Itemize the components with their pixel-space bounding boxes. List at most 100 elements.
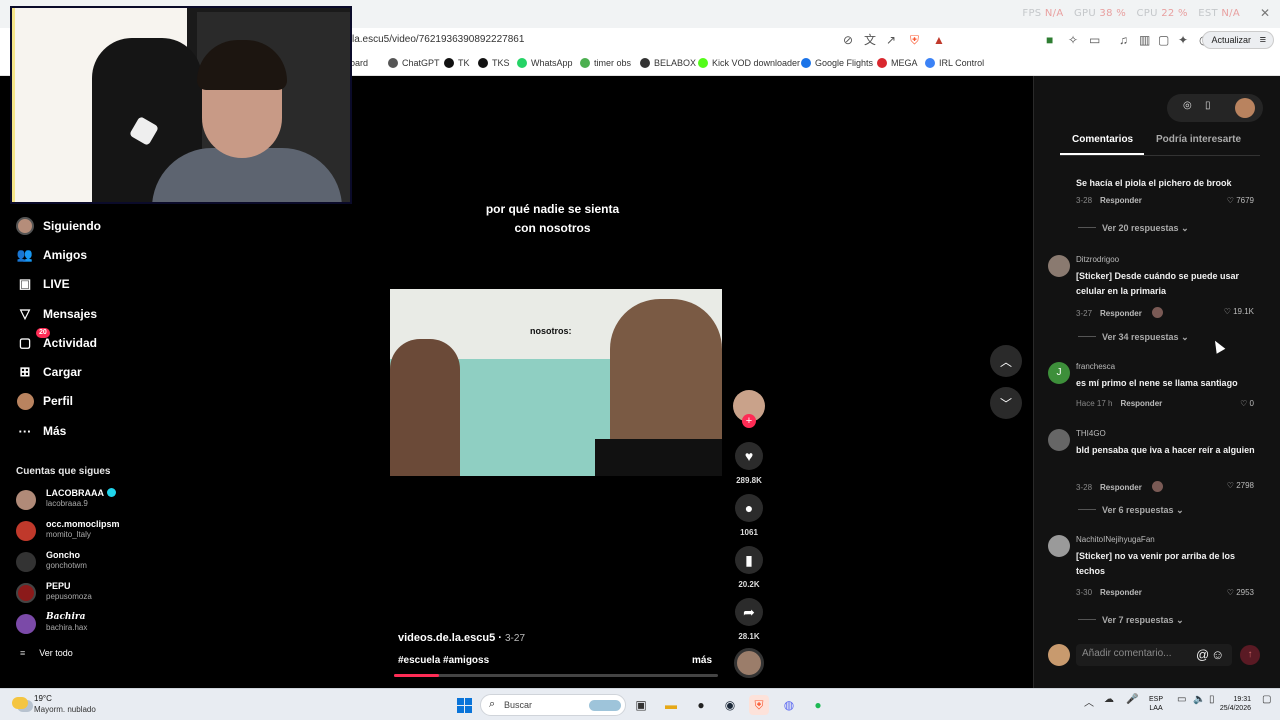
language-indicator[interactable]: ESP LAA [1149, 695, 1163, 713]
microphone-icon[interactable]: 🎤 [1126, 694, 1138, 705]
system-clock[interactable]: 19:31 25/4/2026 [1220, 695, 1251, 713]
bookmark-whatsapp[interactable]: WhatsApp [517, 58, 573, 68]
bookmark-chatgpt[interactable]: ChatGPT [388, 58, 440, 68]
user-avatar[interactable] [1235, 98, 1255, 118]
save-button[interactable]: ▮ 20.2K [734, 546, 764, 589]
bookmark-google-flights[interactable]: Google Flights [801, 58, 873, 68]
discord-icon[interactable]: ◍ [779, 695, 799, 715]
bookmark-tks[interactable]: TKS [478, 58, 510, 68]
comment-meta: 3-30 Responder [1076, 588, 1142, 597]
tab-comments[interactable]: Comentarios [1072, 134, 1133, 145]
previous-video-button[interactable]: ︿ [990, 345, 1022, 377]
nav-friends[interactable]: 👥 Amigos [16, 244, 87, 266]
chatgpt-icon [388, 58, 398, 68]
reply-button[interactable]: Responder [1100, 483, 1142, 492]
reply-button[interactable]: Responder [1120, 399, 1162, 408]
nav-following[interactable]: Siguiendo [16, 215, 101, 237]
next-video-button[interactable]: ﹀ [990, 387, 1022, 419]
view-replies-button[interactable]: Ver 34 respuestas ⌄ [1078, 332, 1189, 343]
bookmark-tk[interactable]: TK [444, 58, 470, 68]
tab-suggested[interactable]: Podría interesarte [1156, 134, 1241, 145]
comment-likes[interactable]: 2953 [1227, 588, 1254, 597]
sidebar-toggle-icon[interactable]: ▭ [1089, 33, 1100, 47]
avatar[interactable]: J [1048, 362, 1070, 384]
view-replies-button[interactable]: Ver 20 respuestas ⌄ [1078, 223, 1189, 234]
mention-icon[interactable]: @ [1196, 647, 1209, 662]
like-button[interactable]: ♥ 289.8K [734, 442, 764, 485]
comment-likes[interactable]: 19.1K [1224, 307, 1254, 316]
wallet-icon[interactable]: ▢ [1158, 33, 1169, 47]
update-button[interactable]: Actualizar [1202, 31, 1274, 49]
comment-username[interactable]: franchesca [1076, 362, 1115, 371]
rewards-icon[interactable]: ▲ [933, 33, 945, 47]
network-icon[interactable]: ▭ [1177, 694, 1186, 705]
chevron-up-icon[interactable]: ︿ [1084, 694, 1094, 709]
send-comment-button[interactable]: ↑ [1240, 645, 1260, 665]
spotify-icon[interactable]: ● [808, 695, 828, 715]
phone-icon[interactable]: ▯ [1205, 100, 1211, 111]
author-name[interactable]: videos.de.la.escu5 [398, 632, 495, 644]
sound-disc-icon[interactable] [734, 648, 764, 678]
reading-icon[interactable]: ▥ [1139, 33, 1150, 47]
puzzle-icon[interactable]: ✧ [1068, 33, 1078, 47]
url-text[interactable]: la.escu5/video/7621936390892227861 [352, 34, 524, 45]
mute-icon[interactable]: ⊘ [843, 33, 853, 47]
bookmark-belabox[interactable]: BELABOX [640, 58, 696, 68]
bookmark-timer-obs[interactable]: timer obs [580, 58, 631, 68]
nav-more[interactable]: ··· Más [16, 420, 67, 442]
task-view-icon[interactable]: ▣ [631, 695, 651, 715]
reply-button[interactable]: Responder [1100, 309, 1142, 318]
comment-username[interactable]: THI4GO [1076, 429, 1106, 438]
comment-input-box[interactable]: @ ☺ [1076, 644, 1232, 666]
comment-likes[interactable]: 7679 [1227, 196, 1254, 205]
video-progress-bar[interactable] [394, 674, 718, 677]
brave-shield-icon[interactable]: ⛨ [910, 33, 919, 47]
extension-icon[interactable]: ■ [1046, 33, 1053, 47]
ai-icon[interactable]: ✦ [1178, 33, 1188, 47]
nav-messages[interactable]: ▽ Mensajes [16, 303, 97, 325]
comment-button[interactable]: ● 1061 [734, 494, 764, 537]
cloud-icon[interactable]: ☁ [1104, 694, 1114, 705]
volume-icon[interactable]: 🔈 [1193, 694, 1205, 705]
video-hashtags[interactable]: #escuela #amigoss [398, 655, 489, 666]
avatar[interactable] [1048, 255, 1070, 277]
compass-icon[interactable]: ◎ [1183, 100, 1192, 111]
avatar[interactable] [1048, 535, 1070, 557]
view-replies-button[interactable]: Ver 7 respuestas ⌄ [1078, 615, 1184, 626]
bookmark-kick-vod[interactable]: Kick VOD downloader [698, 58, 800, 68]
reply-button[interactable]: Responder [1100, 588, 1142, 597]
file-explorer-icon[interactable]: ▬ [661, 695, 681, 715]
brave-browser-icon[interactable]: ⛨ [749, 695, 769, 715]
account-name: Bachira [46, 612, 86, 622]
emoji-icon[interactable]: ☺ [1211, 647, 1224, 662]
nav-profile[interactable]: Perfil [16, 390, 73, 412]
caption-more-link[interactable]: más [692, 655, 712, 666]
bookmark-mega[interactable]: MEGA [877, 58, 918, 68]
follow-plus-icon[interactable]: + [742, 414, 756, 428]
start-button[interactable] [454, 695, 474, 715]
bookmark-irl-control[interactable]: IRL Control [925, 58, 984, 68]
music-icon[interactable]: ♫ [1119, 33, 1128, 47]
taskbar-search[interactable]: ⌕ Buscar [480, 694, 626, 716]
video-author[interactable]: videos.de.la.escu5 · 3-27 [398, 632, 525, 644]
comment-likes[interactable]: 2798 [1227, 481, 1254, 490]
translate-icon[interactable]: 文 [864, 33, 876, 47]
nav-live[interactable]: ▣ LIVE [16, 273, 70, 295]
comment-username[interactable]: NachitoINejihyugaFan [1076, 535, 1155, 544]
share-icon[interactable]: ↗ [886, 33, 896, 47]
steam-icon[interactable]: ◉ [720, 695, 740, 715]
nav-activity[interactable]: ▢ 20 Actividad [16, 328, 97, 354]
share-button[interactable]: ➦ 28.1K [734, 598, 764, 641]
comment-input[interactable] [1082, 648, 1190, 659]
obs-icon[interactable]: ● [691, 695, 711, 715]
see-all-link[interactable]: ≡ Ver todo [20, 648, 73, 658]
video-player[interactable]: nosotros: [390, 289, 722, 476]
comment-username[interactable]: Ditzrodrigoo [1076, 255, 1119, 264]
notification-icon[interactable]: ▢ [1262, 694, 1271, 705]
avatar[interactable] [1048, 429, 1070, 451]
view-replies-button[interactable]: Ver 6 respuestas ⌄ [1078, 505, 1184, 516]
nav-upload[interactable]: ⊞ Cargar [16, 361, 82, 383]
close-window-icon[interactable]: ✕ [1260, 6, 1270, 20]
reply-button[interactable]: Responder [1100, 196, 1142, 205]
comment-likes[interactable]: 0 [1240, 399, 1254, 408]
